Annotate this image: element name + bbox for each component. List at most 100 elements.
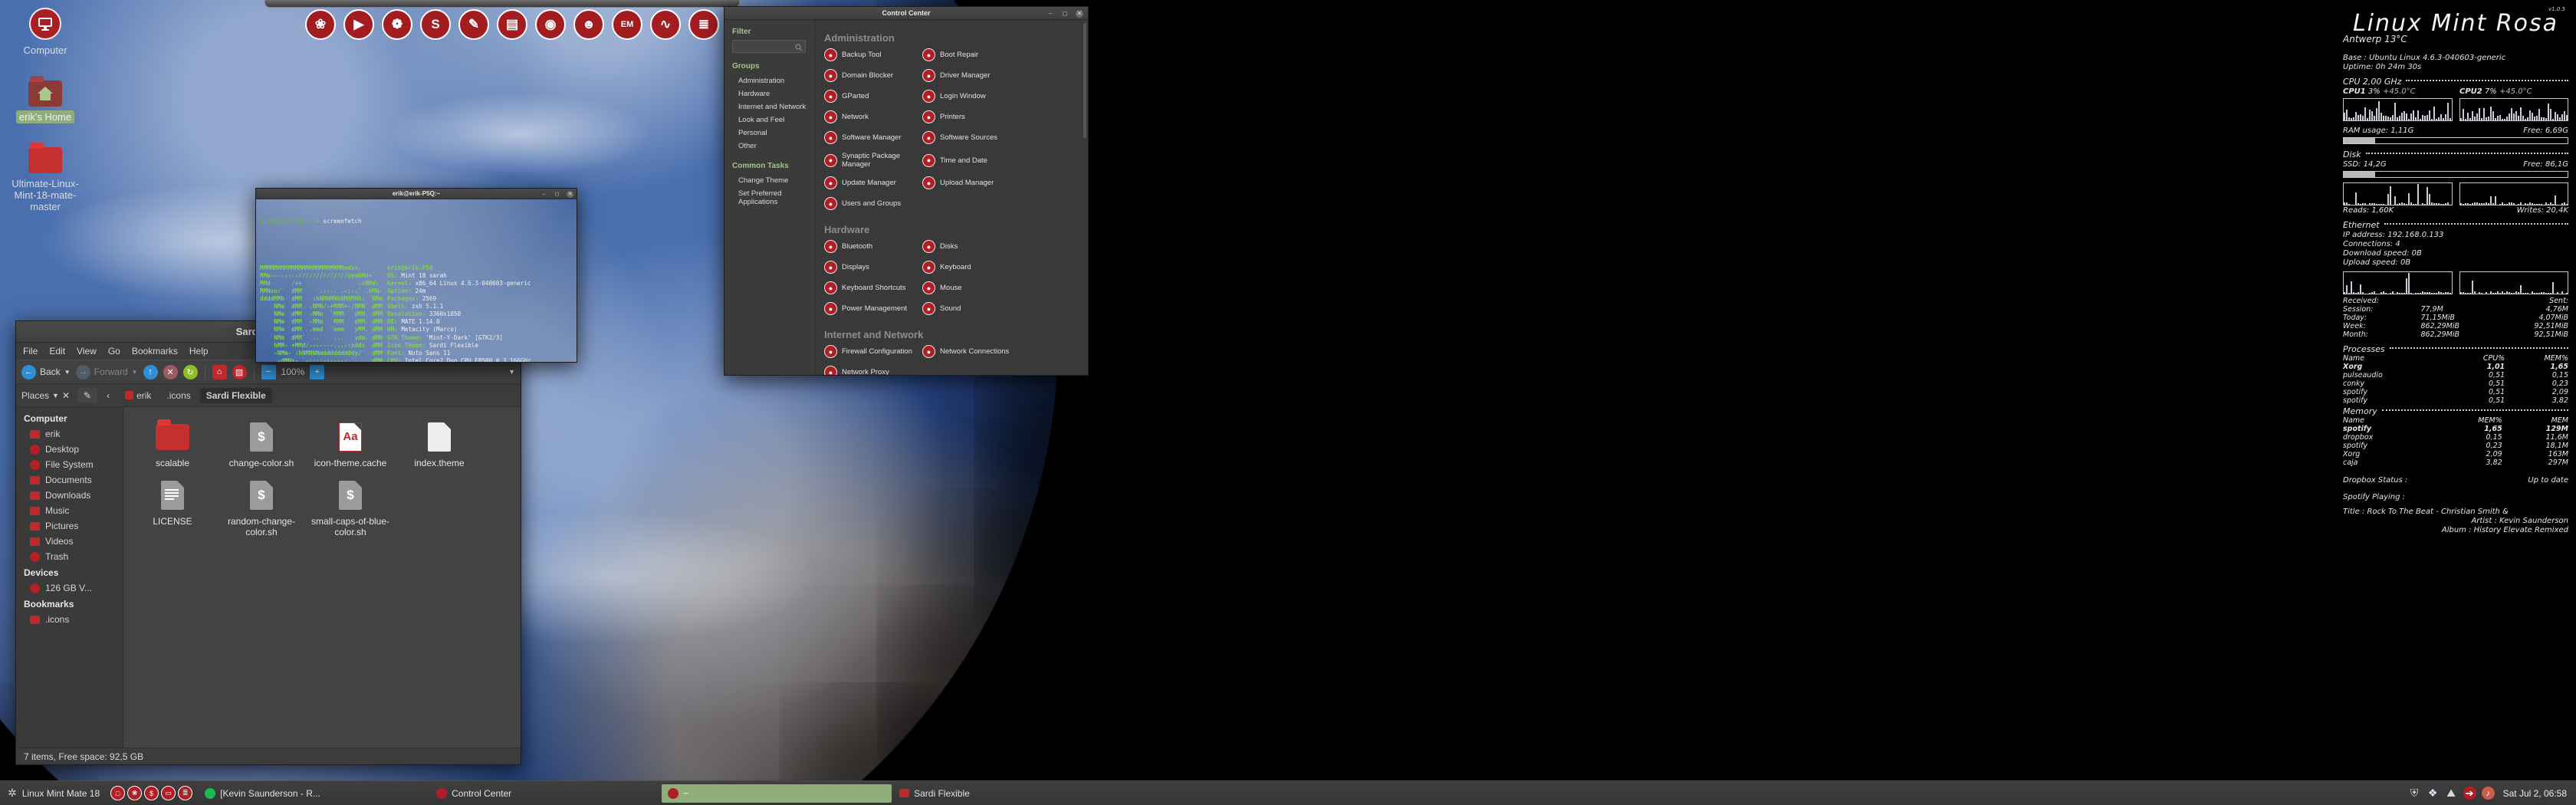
dock-item-editor[interactable]: ✎	[458, 9, 489, 40]
image-icon[interactable]: ⛰	[2445, 787, 2458, 800]
control-center-tile[interactable]: ● Users and Groups	[824, 197, 922, 210]
desktop-icon-computer[interactable]: Computer	[3, 8, 87, 57]
file-item[interactable]: $ small-caps-of-blue-color.sh	[307, 478, 393, 537]
zoom-in-icon[interactable]: +	[310, 364, 325, 380]
sidebar-item-documents[interactable]: Documents	[16, 472, 123, 488]
control-center-tile[interactable]: ● Synaptic Package Manager	[824, 152, 922, 169]
menu-view[interactable]: View	[77, 346, 97, 356]
common-task-change-theme[interactable]: Change Theme	[732, 174, 814, 187]
edit-location-icon[interactable]: ✎	[77, 387, 98, 403]
sidebar-item-administration[interactable]: Administration	[732, 74, 814, 87]
sidebar-item-pictures[interactable]: Pictures	[16, 518, 123, 534]
dock-item-calculator[interactable]: ▤	[497, 9, 527, 40]
filter-input[interactable]	[732, 40, 806, 53]
task-button-terminal[interactable]: ~	[662, 784, 892, 803]
dock-item-record[interactable]: ◉	[535, 9, 566, 40]
control-center-tile[interactable]: ● Printers	[922, 110, 1020, 123]
control-center-tile[interactable]: ● Domain Blocker	[824, 69, 922, 82]
task-button-control-center[interactable]: Control Center	[430, 784, 660, 803]
places-close-icon[interactable]: ✕	[62, 390, 70, 401]
control-center-tile[interactable]: ● Software Manager	[824, 131, 922, 144]
sidebar-item-music[interactable]: Music	[16, 503, 123, 518]
sidebar-item-look-and-feel[interactable]: Look and Feel	[732, 113, 814, 127]
toolbar-overflow-icon[interactable]: ▼	[508, 368, 515, 376]
dock-item-user[interactable]: ☻	[573, 9, 604, 40]
shield-icon[interactable]: ⛨	[2408, 787, 2421, 800]
control-center-tile[interactable]: ● GParted	[824, 90, 922, 103]
forward-button[interactable]: → Forward ▼	[75, 364, 138, 380]
control-center-titlebar[interactable]: Control Center – ◻ ✕	[724, 7, 1088, 20]
file-item[interactable]: $ random-change-color.sh	[219, 478, 304, 537]
spotify-icon[interactable]: ≣	[178, 786, 193, 800]
common-task-set-preferred-applications[interactable]: Set Preferred Applications	[732, 187, 814, 209]
sidebar-item-icons[interactable]: .icons	[16, 612, 123, 627]
terminal-body[interactable]: erik@erik-P5Q ~ » screenfetch MMMMMMMMMM…	[256, 199, 577, 362]
computer-icon[interactable]: ▧	[232, 364, 247, 380]
sidebar-item-file-system[interactable]: File System	[16, 457, 123, 472]
sidebar-item-personal[interactable]: Personal	[732, 127, 814, 140]
dock-item-firefox[interactable]: ❀	[305, 9, 336, 40]
control-center-tile[interactable]: ● Time and Date	[922, 152, 1020, 169]
control-center-tile[interactable]: ● Displays	[824, 261, 922, 274]
arrow-up-icon[interactable]: ↑	[143, 364, 158, 380]
show-desktop-icon[interactable]: □	[110, 786, 126, 800]
chevron-down-icon[interactable]: ▼	[64, 369, 71, 376]
control-center-tile[interactable]: ● Keyboard Shortcuts	[824, 281, 922, 294]
control-center-tile[interactable]: ● Software Sources	[922, 131, 1020, 144]
control-center-tile[interactable]: ● Network Proxy	[824, 366, 922, 375]
sidebar-item-volume[interactable]: 126 GB V...	[16, 580, 123, 596]
control-center-tile[interactable]: ● Boot Repair	[922, 48, 1020, 61]
main-menu-button[interactable]: ✲ Linux Mint Mate 18	[0, 787, 107, 800]
sidebar-item-internet-and-network[interactable]: Internet and Network	[732, 100, 814, 113]
places-chevron-icon[interactable]: ▼	[52, 392, 59, 399]
control-center-tile[interactable]: ● Backup Tool	[824, 48, 922, 61]
maximize-icon[interactable]: ◻	[554, 191, 560, 198]
control-center-tile[interactable]: ● Login Window	[922, 90, 1020, 103]
breadcrumb-prev-icon[interactable]: ‹	[100, 388, 116, 403]
control-center-tile[interactable]: ● Update Manager	[824, 176, 922, 189]
dock-item-video-player[interactable]: ▶	[343, 9, 374, 40]
sidebar-item-other[interactable]: Other	[732, 140, 814, 153]
terminal-icon[interactable]: $	[144, 786, 159, 800]
dock-item-email[interactable]: EM	[612, 9, 642, 40]
control-center-tile[interactable]: ● Network Connections	[922, 345, 1020, 358]
maximize-icon[interactable]: ◻	[1061, 10, 1069, 18]
sidebar-item-videos[interactable]: Videos	[16, 534, 123, 549]
control-center-tile[interactable]: ● Power Management	[824, 302, 922, 315]
dock-item-browser[interactable]: ❁	[382, 9, 412, 40]
breadcrumb-erik[interactable]: erik	[119, 388, 157, 403]
update-icon[interactable]: ➔	[2463, 787, 2476, 800]
home-icon[interactable]: ⌂	[212, 364, 227, 380]
task-button-spotify[interactable]: [Kevin Saunderson - R...	[199, 784, 429, 803]
minimize-icon[interactable]: –	[1046, 10, 1054, 18]
control-center-tile[interactable]: ● Disks	[922, 240, 1020, 253]
control-center-tile[interactable]: ● Driver Manager	[922, 69, 1020, 82]
breadcrumb-sardi-flexible[interactable]: Sardi Flexible	[199, 387, 272, 403]
chevron-down-icon[interactable]: ▼	[132, 369, 138, 376]
close-icon[interactable]: ✕	[567, 190, 573, 198]
sidebar-item-erik[interactable]: erik	[16, 426, 123, 442]
dock-item-skype[interactable]: S	[420, 9, 451, 40]
sidebar-item-trash[interactable]: Trash	[16, 549, 123, 564]
close-icon[interactable]: ✕	[1076, 9, 1083, 18]
minimize-icon[interactable]: –	[540, 191, 547, 198]
menu-bookmarks[interactable]: Bookmarks	[132, 346, 178, 356]
control-center-tile[interactable]: ● Bluetooth	[824, 240, 922, 253]
volume-icon[interactable]: ♪	[2481, 787, 2495, 800]
dock-item-spotify[interactable]: ≣	[688, 9, 719, 40]
file-item[interactable]: scalable	[130, 419, 215, 468]
control-center-tile[interactable]: ● Keyboard	[922, 261, 1020, 274]
terminal-titlebar[interactable]: erik@erik-P5Q:~ – ◻ ✕	[256, 189, 577, 199]
dropbox-icon[interactable]: ❖	[2426, 787, 2440, 800]
zoom-out-icon[interactable]: −	[261, 364, 276, 380]
menu-help[interactable]: Help	[189, 346, 209, 356]
file-item[interactable]: $ change-color.sh	[219, 419, 304, 468]
breadcrumb-icons[interactable]: .icons	[160, 388, 196, 403]
control-center-tile[interactable]: ● Firewall Configuration	[824, 345, 922, 358]
sidebar-item-hardware[interactable]: Hardware	[732, 87, 814, 100]
stop-icon[interactable]: ✕	[163, 364, 178, 380]
reload-icon[interactable]: ↻	[182, 364, 198, 380]
dock-item-monitor[interactable]: ∿	[650, 9, 681, 40]
sidebar-item-downloads[interactable]: Downloads	[16, 488, 123, 503]
menu-file[interactable]: File	[23, 346, 38, 356]
